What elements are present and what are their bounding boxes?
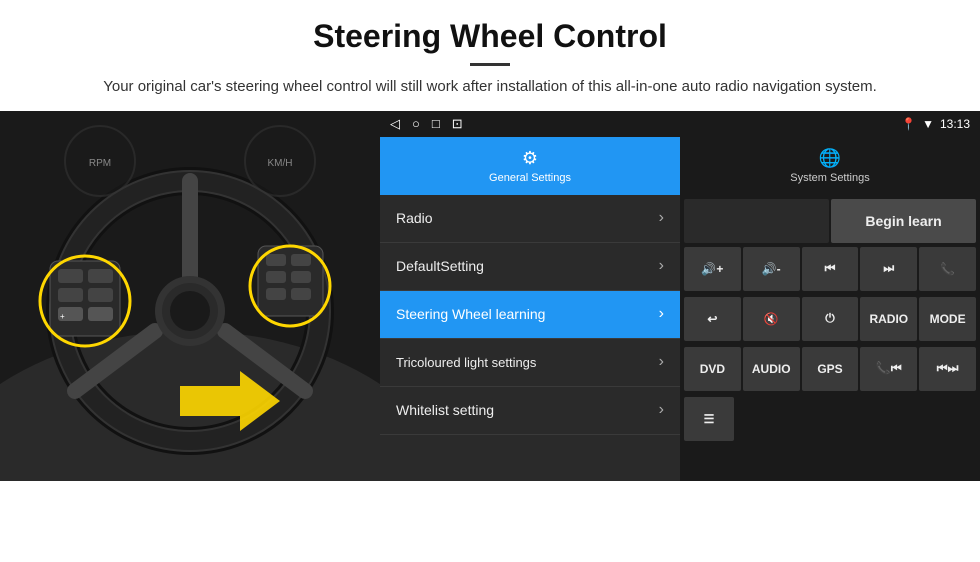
mute-icon: 🔇 xyxy=(764,312,779,326)
volume-up-button[interactable]: 🔊+ xyxy=(684,247,741,291)
phone-prev-icon: 📞⏮ xyxy=(876,361,902,376)
mode-button[interactable]: MODE xyxy=(919,297,976,341)
android-inner: Radio › DefaultSetting › Steering Wheel … xyxy=(380,195,980,481)
wifi-icon: ▼ xyxy=(922,117,934,131)
menu-tricoloured-label: Tricoloured light settings xyxy=(396,355,536,370)
prev-track-icon: ⏮ xyxy=(825,261,836,276)
chevron-tricoloured-icon: › xyxy=(659,353,664,371)
page-header: Steering Wheel Control Your original car… xyxy=(0,0,980,111)
recent-icon[interactable]: □ xyxy=(432,116,440,131)
tab-general-label: General Settings xyxy=(489,172,571,184)
audio-button[interactable]: AUDIO xyxy=(743,347,800,391)
menu-item-defaultsetting[interactable]: DefaultSetting › xyxy=(380,243,680,291)
menu-item-whitelist[interactable]: Whitelist setting › xyxy=(380,387,680,435)
chevron-default-icon: › xyxy=(659,257,664,275)
ctrl-row-4: ☰ xyxy=(684,397,976,441)
home-icon[interactable]: ○ xyxy=(412,116,420,131)
header-divider xyxy=(470,63,510,66)
volume-down-button[interactable]: 🔊- xyxy=(743,247,800,291)
right-controls: Begin learn 🔊+ 🔊- ⏮ ⏭ xyxy=(680,195,980,481)
begin-learn-row: Begin learn xyxy=(684,199,976,243)
hangup-button[interactable]: ↩ xyxy=(684,297,741,341)
list-icon: ☰ xyxy=(704,412,715,426)
volume-down-icon: 🔊- xyxy=(762,262,781,276)
tab-system[interactable]: 🌐 System Settings xyxy=(680,137,980,195)
gps-label: GPS xyxy=(817,362,842,376)
svg-text:KM/H: KM/H xyxy=(268,158,293,169)
menu-radio-label: Radio xyxy=(396,210,433,226)
phone-prev-button[interactable]: 📞⏮ xyxy=(860,347,917,391)
power-button[interactable]: ⏻ xyxy=(802,297,859,341)
ctrl-row-2: ↩ 🔇 ⏻ RADIO MODE xyxy=(684,297,976,341)
chevron-radio-icon: › xyxy=(659,209,664,227)
radio-label: RADIO xyxy=(869,312,908,326)
header-subtitle: Your original car's steering wheel contr… xyxy=(40,76,940,99)
android-menu: Radio › DefaultSetting › Steering Wheel … xyxy=(380,195,680,481)
tab-bar: ⚙ General Settings 🌐 System Settings xyxy=(380,137,980,195)
android-panel: ◁ ○ □ ⊡ 📍 ▼ 13:13 ⚙ General Settings 🌐 S… xyxy=(380,111,980,481)
menu-whitelist-label: Whitelist setting xyxy=(396,402,494,418)
dvd-label: DVD xyxy=(700,362,725,376)
phone-icon: 📞 xyxy=(940,262,955,276)
menu-icon[interactable]: ⊡ xyxy=(452,116,463,132)
menu-item-steering[interactable]: Steering Wheel learning › xyxy=(380,291,680,339)
next-track-icon: ⏭ xyxy=(883,261,894,276)
menu-item-tricoloured[interactable]: Tricoloured light settings › xyxy=(380,339,680,387)
dvd-button[interactable]: DVD xyxy=(684,347,741,391)
next-track-button[interactable]: ⏭ xyxy=(860,247,917,291)
svg-text:RPM: RPM xyxy=(89,158,111,169)
list-icon-button[interactable]: ☰ xyxy=(684,397,734,441)
tab-general[interactable]: ⚙ General Settings xyxy=(380,137,680,195)
tab-system-label: System Settings xyxy=(790,172,869,184)
prev-next-icon: ⏮⏭ xyxy=(937,361,959,376)
audio-label: AUDIO xyxy=(752,362,791,376)
steering-wheel-image: + RPM xyxy=(0,111,380,481)
ctrl-row-1: 🔊+ 🔊- ⏮ ⏭ 📞 xyxy=(684,247,976,291)
nav-icons: ◁ ○ □ ⊡ xyxy=(390,116,463,132)
status-right: 📍 ▼ 13:13 xyxy=(901,117,970,131)
prev-next-button[interactable]: ⏮⏭ xyxy=(919,347,976,391)
main-content: + RPM xyxy=(0,111,980,481)
back-icon[interactable]: ◁ xyxy=(390,116,400,132)
time-display: 13:13 xyxy=(940,117,970,131)
prev-track-button[interactable]: ⏮ xyxy=(802,247,859,291)
location-icon: 📍 xyxy=(901,117,916,131)
chevron-whitelist-icon: › xyxy=(659,401,664,419)
radio-button[interactable]: RADIO xyxy=(860,297,917,341)
power-icon: ⏻ xyxy=(825,311,835,326)
system-settings-icon: 🌐 xyxy=(819,148,841,169)
mode-label: MODE xyxy=(930,312,966,326)
empty-input-box xyxy=(684,199,829,243)
mute-button[interactable]: 🔇 xyxy=(743,297,800,341)
chevron-steering-icon: › xyxy=(659,305,664,323)
hangup-icon: ↩ xyxy=(707,312,717,326)
menu-steering-label: Steering Wheel learning xyxy=(396,306,545,322)
svg-text:+: + xyxy=(60,312,65,321)
volume-up-icon: 🔊+ xyxy=(701,262,723,276)
menu-default-label: DefaultSetting xyxy=(396,258,484,274)
begin-learn-button[interactable]: Begin learn xyxy=(831,199,976,243)
gps-button[interactable]: GPS xyxy=(802,347,859,391)
page-title: Steering Wheel Control xyxy=(40,18,940,55)
phone-button[interactable]: 📞 xyxy=(919,247,976,291)
status-bar: ◁ ○ □ ⊡ 📍 ▼ 13:13 xyxy=(380,111,980,137)
menu-item-radio[interactable]: Radio › xyxy=(380,195,680,243)
general-settings-icon: ⚙ xyxy=(522,148,538,169)
ctrl-row-3: DVD AUDIO GPS 📞⏮ ⏮⏭ xyxy=(684,347,976,391)
